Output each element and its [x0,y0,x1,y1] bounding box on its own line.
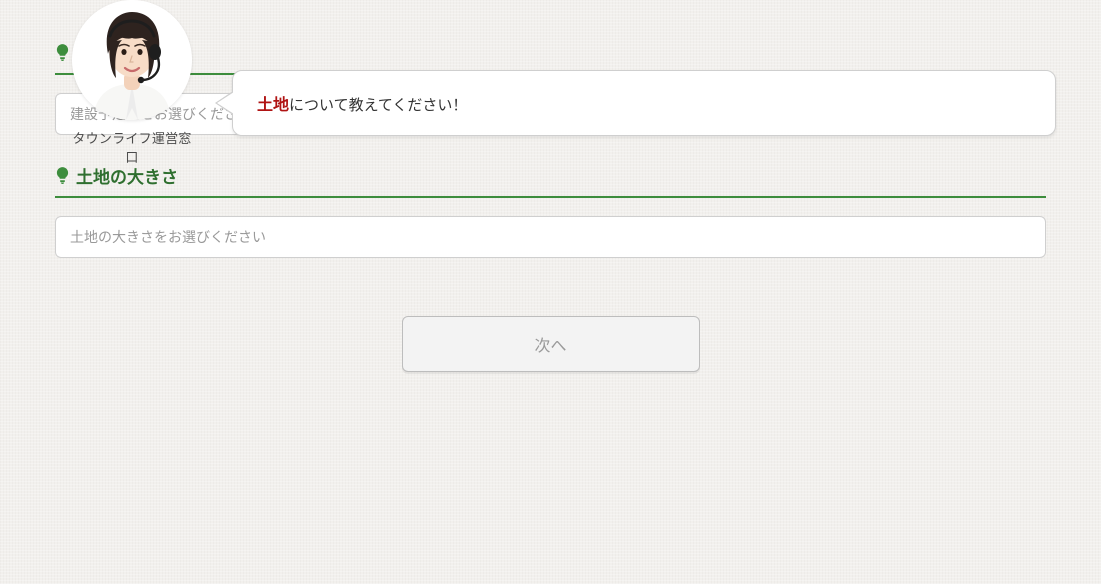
speech-highlight-text: 土地 [257,97,289,114]
avatar-block: タウンライフ運営窓口 [67,0,197,166]
select-placeholder: 土地の大きさをお選びください [70,227,266,247]
speech-bubble: 土地について教えてください！ [232,70,1056,136]
section-title: 土地の大きさ [76,163,178,188]
avatar-label: タウンライフ運営窓口 [67,128,197,166]
next-button[interactable]: 次へ [402,316,700,372]
speech-rest-text: について教えてください！ [289,97,467,114]
next-button-label: 次へ [534,332,566,356]
section-header: 土地の大きさ [55,163,1046,198]
avatar-image [72,0,192,120]
section-land-size: 土地の大きさ 土地の大きさをお選びください [55,163,1046,258]
lightbulb-icon [55,167,70,184]
land-size-select[interactable]: 土地の大きさをお選びください [55,216,1046,258]
